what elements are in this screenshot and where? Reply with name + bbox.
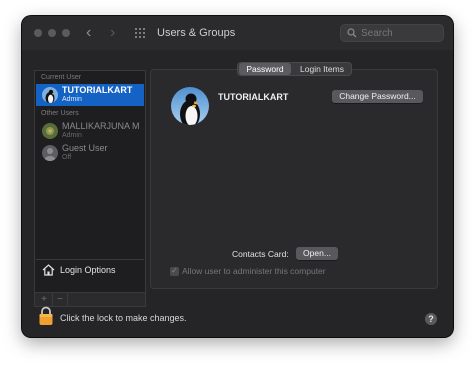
login-options-label: Login Options bbox=[60, 265, 116, 275]
users-groups-window: ‹ › Users & Groups Search Current User T… bbox=[22, 16, 453, 337]
show-all-grid-icon[interactable] bbox=[135, 28, 146, 39]
user-role: Off bbox=[62, 154, 72, 161]
help-button[interactable]: ? bbox=[425, 313, 437, 325]
search-placeholder: Search bbox=[361, 28, 393, 39]
user-name: TUTORIALKART bbox=[62, 85, 133, 95]
open-contacts-button[interactable]: Open... bbox=[296, 247, 338, 260]
lock-status-text: Click the lock to make changes. bbox=[60, 313, 187, 323]
window-title: Users & Groups bbox=[157, 27, 236, 39]
user-item-guest[interactable]: Guest User Off bbox=[36, 142, 144, 164]
user-role: Admin bbox=[62, 132, 82, 139]
login-options-item[interactable]: Login Options bbox=[36, 259, 144, 282]
other-users-header: Other Users bbox=[41, 110, 79, 117]
forward-chevron-icon[interactable]: › bbox=[110, 24, 115, 42]
close-window-button[interactable] bbox=[34, 29, 42, 37]
current-user-header: Current User bbox=[41, 74, 82, 81]
lock-icon[interactable] bbox=[38, 306, 54, 326]
penguin-avatar-icon bbox=[42, 87, 58, 103]
user-item-tutorialkart[interactable]: TUTORIALKART Admin bbox=[36, 84, 144, 106]
search-field[interactable]: Search bbox=[340, 24, 444, 42]
change-password-button[interactable]: Change Password... bbox=[332, 90, 423, 103]
user-role: Admin bbox=[62, 96, 82, 103]
user-name: Guest User bbox=[62, 143, 108, 153]
add-user-button[interactable]: + bbox=[37, 293, 51, 306]
flower-avatar-icon bbox=[42, 123, 58, 139]
search-icon bbox=[347, 28, 357, 38]
tab-password[interactable]: Password bbox=[239, 63, 291, 75]
checkmark-icon: ✓ bbox=[171, 266, 178, 275]
house-icon bbox=[42, 264, 55, 276]
allow-admin-checkbox[interactable]: ✓ bbox=[170, 266, 179, 276]
users-sidebar: Current User TUTORIALKART Admin Other Us… bbox=[34, 70, 146, 293]
contacts-card-label: Contacts Card: bbox=[232, 249, 289, 259]
back-chevron-icon[interactable]: ‹ bbox=[86, 24, 91, 42]
add-remove-bar: + − bbox=[34, 293, 146, 307]
tab-bar: Password Login Items bbox=[237, 62, 352, 76]
user-name: MALLIKARJUNA M bbox=[62, 121, 140, 131]
user-item-mallikarjuna[interactable]: MALLIKARJUNA M Admin bbox=[36, 120, 144, 142]
generic-user-icon bbox=[42, 145, 58, 161]
title-bar: ‹ › Users & Groups Search bbox=[22, 16, 453, 50]
allow-admin-label: Allow user to administer this computer bbox=[182, 266, 326, 276]
selected-user-name: TUTORIALKART bbox=[218, 92, 289, 102]
user-picture-avatar[interactable] bbox=[171, 87, 209, 125]
tab-login-items[interactable]: Login Items bbox=[293, 63, 351, 75]
minimize-window-button[interactable] bbox=[48, 29, 56, 37]
remove-user-button[interactable]: − bbox=[52, 293, 68, 306]
zoom-window-button[interactable] bbox=[62, 29, 70, 37]
